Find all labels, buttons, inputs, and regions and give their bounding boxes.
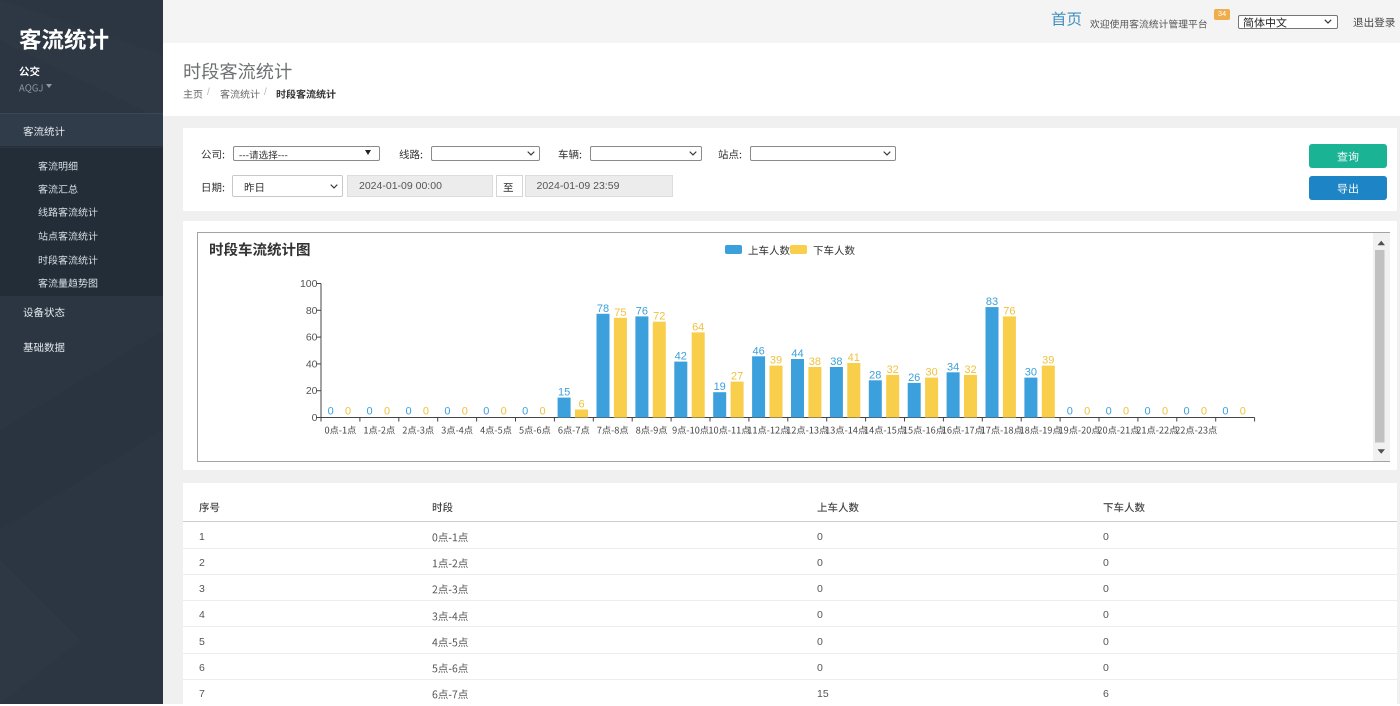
svg-text:100: 100	[299, 278, 317, 290]
svg-text:0: 0	[1123, 405, 1129, 417]
svg-text:64: 64	[692, 321, 704, 333]
svg-text:30: 30	[1024, 366, 1036, 378]
svg-text:0: 0	[522, 405, 528, 417]
svg-text:60: 60	[305, 331, 317, 343]
svg-text:41: 41	[847, 352, 859, 364]
svg-text:0: 0	[1200, 405, 1206, 417]
svg-text:0: 0	[1144, 405, 1150, 417]
svg-text:0: 0	[539, 405, 545, 417]
svg-text:0: 0	[422, 405, 428, 417]
svg-text:42: 42	[674, 350, 686, 362]
svg-text:0: 0	[1105, 405, 1111, 417]
svg-text:0: 0	[311, 412, 317, 424]
svg-text:80: 80	[305, 304, 317, 316]
svg-text:40: 40	[305, 358, 317, 370]
svg-text:38: 38	[830, 356, 842, 368]
svg-text:6: 6	[578, 398, 584, 410]
svg-text:78: 78	[596, 302, 608, 314]
svg-text:83: 83	[985, 296, 997, 308]
svg-text:19: 19	[713, 381, 725, 393]
svg-text:32: 32	[964, 363, 976, 375]
svg-text:75: 75	[614, 306, 626, 318]
svg-text:28: 28	[869, 369, 881, 381]
svg-text:72: 72	[653, 310, 665, 322]
svg-text:20: 20	[305, 385, 317, 397]
svg-text:0: 0	[461, 405, 467, 417]
svg-text:27: 27	[730, 370, 742, 382]
svg-text:0: 0	[405, 405, 411, 417]
svg-text:0: 0	[1183, 405, 1189, 417]
svg-text:38: 38	[808, 356, 820, 368]
svg-text:0: 0	[1222, 405, 1228, 417]
svg-text:39: 39	[769, 354, 781, 366]
svg-text:0: 0	[383, 405, 389, 417]
svg-text:0: 0	[327, 405, 333, 417]
svg-text:0: 0	[1084, 405, 1090, 417]
svg-text:0: 0	[1066, 405, 1072, 417]
svg-text:26: 26	[908, 371, 920, 383]
svg-text:0: 0	[500, 405, 506, 417]
svg-text:0: 0	[483, 405, 489, 417]
svg-text:0: 0	[345, 405, 351, 417]
svg-text:44: 44	[791, 348, 803, 360]
svg-text:0: 0	[1161, 405, 1167, 417]
svg-text:76: 76	[635, 305, 647, 317]
svg-text:46: 46	[752, 345, 764, 357]
svg-text:32: 32	[886, 363, 898, 375]
svg-text:30: 30	[925, 366, 937, 378]
svg-text:0: 0	[444, 405, 450, 417]
svg-text:15: 15	[557, 386, 569, 398]
svg-text:76: 76	[1003, 305, 1015, 317]
svg-text:34: 34	[946, 361, 958, 373]
svg-text:39: 39	[1042, 354, 1054, 366]
svg-text:0: 0	[1239, 405, 1245, 417]
svg-text:0: 0	[366, 405, 372, 417]
